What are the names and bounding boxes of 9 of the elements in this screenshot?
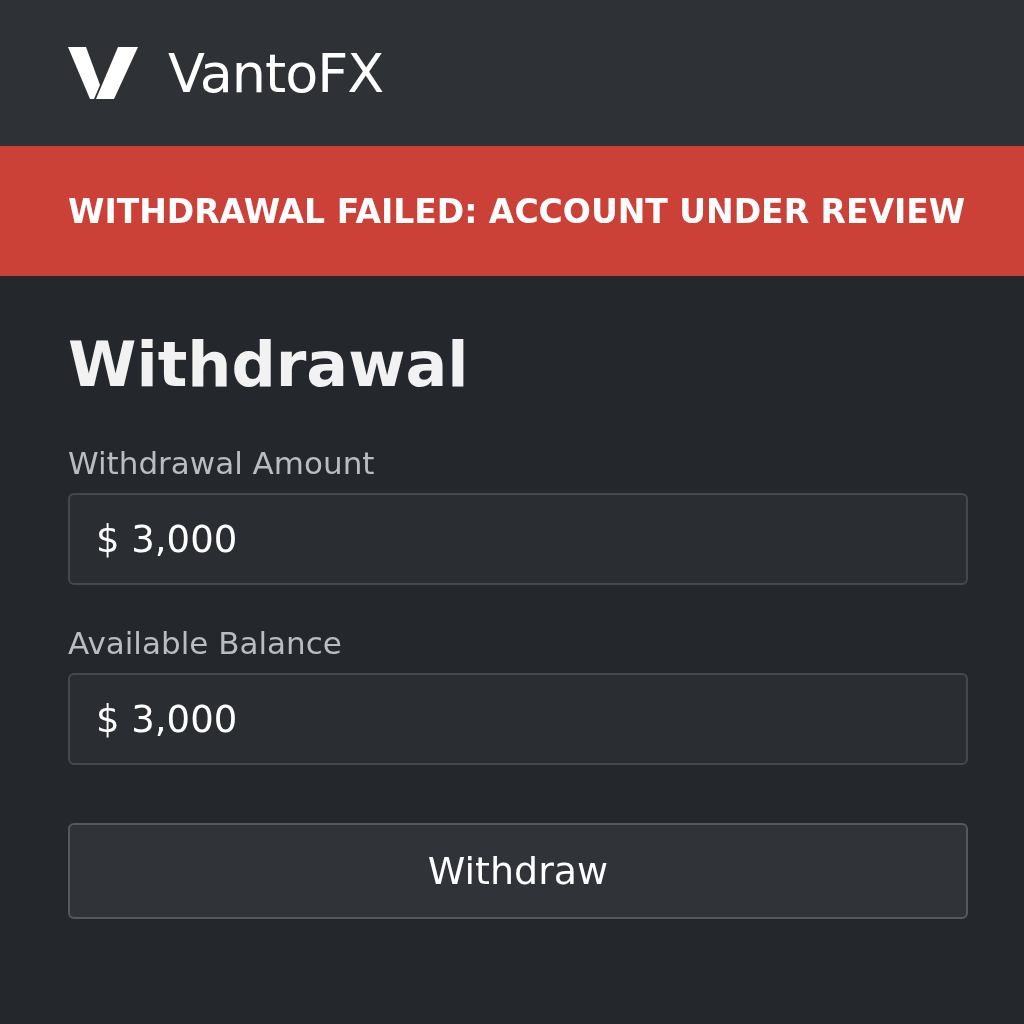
error-message: WITHDRAWAL FAILED: ACCOUNT UNDER REVIEW bbox=[68, 191, 966, 231]
brand-name: VantoFX bbox=[168, 41, 384, 105]
field-label: Withdrawal Amount bbox=[68, 445, 376, 481]
logo-icon bbox=[68, 47, 138, 99]
input-field[interactable]: $ 3,000 bbox=[68, 493, 968, 585]
withdraw-button[interactable]: Withdraw bbox=[68, 823, 968, 919]
field-label: Available Balance bbox=[68, 625, 343, 661]
input-field[interactable]: $ 3,000 bbox=[68, 673, 968, 765]
page-title: Withdrawal bbox=[68, 328, 470, 401]
